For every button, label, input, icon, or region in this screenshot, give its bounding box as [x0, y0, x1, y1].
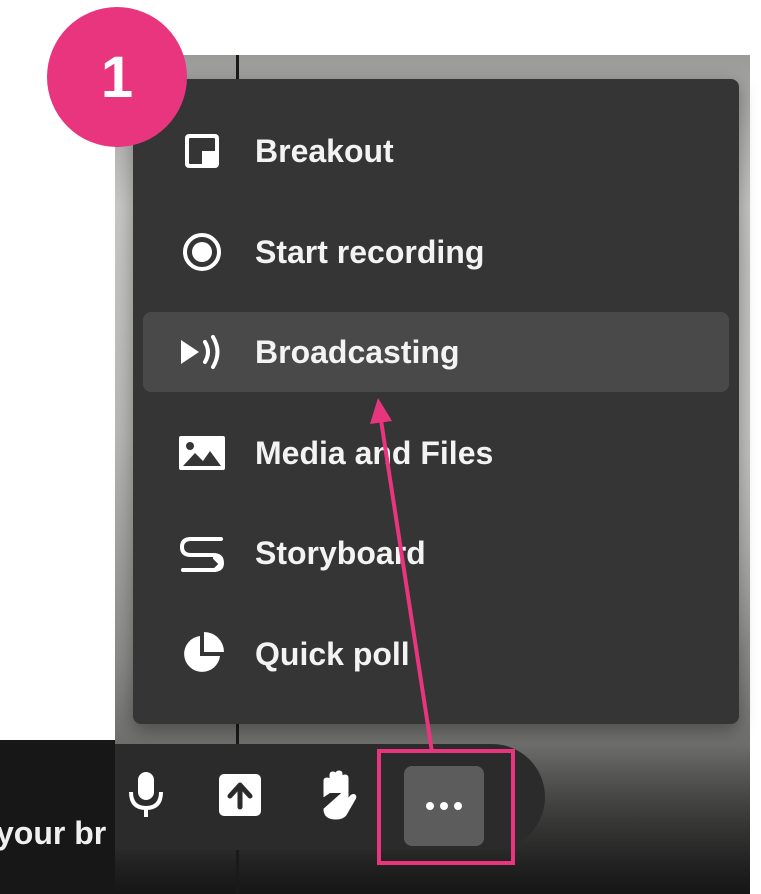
record-icon [177, 232, 227, 272]
raise-hand-icon [316, 769, 360, 826]
share-screen-button[interactable] [211, 768, 269, 826]
pie-chart-icon [177, 632, 227, 674]
microphone-button[interactable] [117, 768, 175, 826]
annotation-highlight-box [377, 749, 515, 865]
menu-item-breakout[interactable]: Breakout [143, 111, 729, 191]
menu-item-label: Quick poll [255, 636, 410, 672]
breakout-icon [177, 131, 227, 171]
tooltip-text: your br [0, 815, 107, 851]
step-number-badge: 1 [47, 7, 187, 147]
more-options-menu: Breakout Start recording Broadcasting Me… [133, 79, 739, 724]
share-screen-icon [217, 772, 263, 823]
menu-item-label: Broadcasting [255, 334, 460, 370]
menu-item-quick-poll[interactable]: Quick poll [143, 614, 729, 694]
menu-item-broadcasting[interactable]: Broadcasting [143, 312, 729, 392]
broadcast-icon [177, 332, 227, 372]
menu-item-start-recording[interactable]: Start recording [143, 212, 729, 292]
menu-item-label: Storyboard [255, 535, 426, 571]
menu-item-label: Media and Files [255, 435, 494, 471]
image-icon [177, 433, 227, 473]
microphone-icon [126, 770, 166, 825]
tooltip-panel: your br [0, 740, 115, 894]
raise-hand-button[interactable] [309, 768, 367, 826]
menu-item-label: Breakout [255, 133, 394, 169]
menu-item-label: Start recording [255, 234, 485, 270]
menu-item-media-and-files[interactable]: Media and Files [143, 413, 729, 493]
storyboard-icon [177, 533, 227, 573]
menu-item-storyboard[interactable]: Storyboard [143, 513, 729, 593]
